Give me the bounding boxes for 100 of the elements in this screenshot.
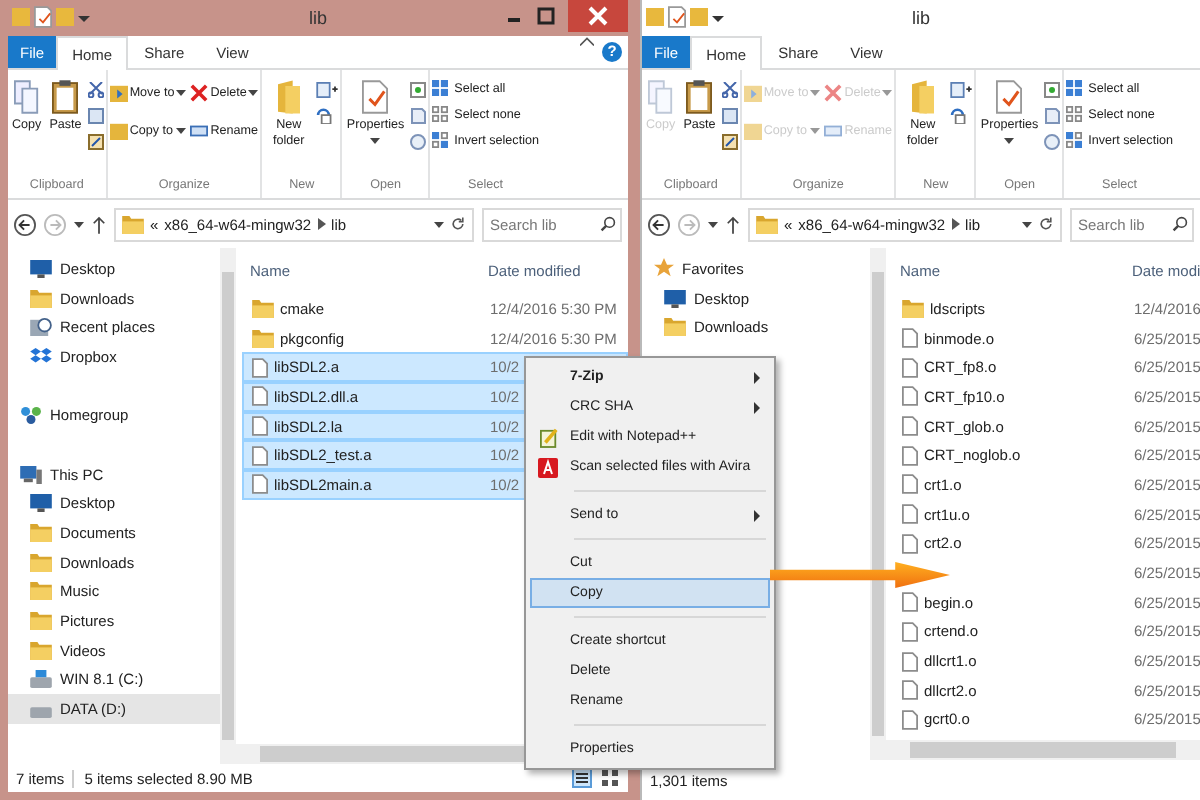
folder-icon: [911, 80, 934, 114]
clipboard-icon: [686, 80, 713, 114]
select-none-icon: [432, 106, 449, 122]
file-icon: [902, 328, 918, 349]
caret-icon: [434, 221, 444, 227]
path-icon[interactable]: [87, 108, 104, 124]
file-icon: [902, 386, 918, 407]
caret-icon: [248, 90, 259, 96]
file-icon: [902, 621, 918, 642]
file-icon: [902, 416, 918, 437]
folder-icon: [902, 299, 924, 318]
open-icon[interactable]: [1044, 82, 1061, 98]
notepad-icon: [539, 427, 557, 447]
computer-icon: [20, 465, 42, 484]
folder-icon: [252, 299, 274, 318]
rename-icon: [190, 122, 209, 140]
folder-icon: [252, 329, 274, 348]
back-icon[interactable]: [14, 213, 36, 235]
file-icon: [902, 651, 918, 672]
submenu-arrow-icon: [754, 509, 760, 521]
file-icon: [252, 445, 268, 466]
refresh-icon[interactable]: [450, 216, 466, 232]
monitor-icon: [30, 494, 52, 513]
invert-selection-icon: [432, 132, 449, 148]
folder-icon: [109, 122, 128, 140]
properties-icon: [996, 80, 1023, 114]
caret-icon: [175, 128, 186, 134]
properties-icon: [362, 80, 389, 114]
file-icon: [902, 680, 918, 701]
folder-icon: [109, 84, 128, 102]
history-icon[interactable]: [1044, 134, 1061, 150]
star-icon: [654, 258, 674, 279]
close-icon[interactable]: [568, 0, 628, 32]
file-icon: [252, 386, 268, 407]
rename-icon: [824, 122, 843, 140]
folder-icon: [30, 582, 52, 601]
history-icon[interactable]: [410, 134, 427, 150]
file-icon: [902, 504, 918, 525]
scissors-icon[interactable]: [87, 82, 104, 98]
folder-icon: [743, 84, 762, 102]
caret-icon: [1022, 221, 1032, 227]
select-all-icon: [432, 80, 449, 96]
caret-icon: [1004, 138, 1015, 144]
folder-icon: [30, 289, 52, 308]
folder-icon: [277, 80, 300, 114]
folder-icon: [122, 215, 144, 233]
caret-icon: [810, 90, 821, 96]
shortcut-icon[interactable]: [87, 134, 104, 150]
folder-icon: [743, 122, 762, 140]
caret-icon: [74, 221, 84, 227]
copy-icon: [13, 80, 40, 114]
caret-icon: [809, 128, 820, 134]
shortcut-icon[interactable]: [721, 134, 738, 150]
folder-icon: [30, 524, 52, 543]
select-all-icon: [1066, 80, 1083, 96]
file-icon: [252, 416, 268, 437]
clipboard-icon: [52, 80, 79, 114]
edit-icon[interactable]: [410, 108, 427, 124]
new-item-icon[interactable]: [316, 82, 339, 98]
invert-selection-icon: [1066, 132, 1083, 148]
scrollbar[interactable]: [220, 248, 236, 764]
file-icon: [252, 357, 268, 378]
path-icon[interactable]: [721, 108, 738, 124]
folder-icon: [30, 641, 52, 660]
maximize-icon[interactable]: [536, 6, 556, 26]
drive-icon: [30, 670, 52, 689]
file-icon: [902, 445, 918, 466]
window-title: lib: [308, 8, 327, 28]
shield-icon: [538, 457, 558, 477]
file-icon: [252, 474, 268, 495]
details-view-icon[interactable]: [572, 768, 592, 788]
cross-icon: [824, 84, 843, 102]
file-icon: [902, 592, 918, 613]
file-icon: [902, 709, 918, 730]
chevron-icon[interactable]: [951, 218, 960, 230]
chevron-icon[interactable]: [580, 36, 594, 46]
refresh-icon[interactable]: [1038, 216, 1054, 232]
up-arrow-icon[interactable]: [92, 215, 106, 233]
submenu-arrow-icon: [754, 371, 760, 383]
open-icon[interactable]: [410, 82, 427, 98]
scissors-icon[interactable]: [721, 82, 738, 98]
folder-icon: [664, 318, 686, 337]
search-icon[interactable]: [600, 216, 616, 232]
edit-icon[interactable]: [1044, 108, 1061, 124]
caret-icon: [708, 221, 718, 227]
file-icon: [902, 533, 918, 554]
new-item-icon[interactable]: [950, 82, 973, 98]
document-icon[interactable]: [34, 6, 52, 28]
monitor-icon: [30, 259, 52, 278]
caret-icon: [176, 90, 187, 96]
select-none-icon: [1066, 106, 1083, 122]
file-icon: [902, 474, 918, 495]
folder-icon: [756, 215, 778, 233]
chevron-icon[interactable]: [317, 218, 326, 230]
window-title: lib: [911, 8, 930, 28]
network-icon: [20, 406, 42, 425]
folder-icon: [30, 612, 52, 631]
large-icons-view-icon[interactable]: [600, 768, 620, 788]
caret-icon: [370, 138, 381, 144]
box-icon: [30, 347, 52, 366]
